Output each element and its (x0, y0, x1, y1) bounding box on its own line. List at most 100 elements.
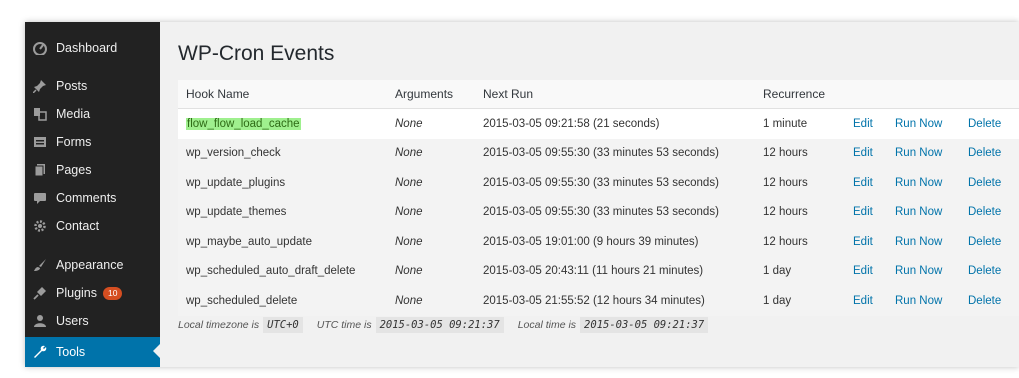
sidebar-item-forms[interactable]: Forms (25, 128, 160, 156)
sidebar-item-dashboard[interactable]: Dashboard (25, 34, 160, 62)
edit-link[interactable]: Edit (853, 257, 873, 287)
next-run-cell: 2015-03-05 19:01:00 (9 hours 39 minutes) (483, 235, 699, 248)
sidebar-item-appearance[interactable]: Appearance (25, 251, 160, 279)
timezone-value: UTC+0 (263, 317, 303, 333)
main-content: WP-Cron Events Hook Name Arguments Next … (160, 22, 1019, 367)
arguments-cell: None (395, 294, 423, 307)
sidebar-item-contact[interactable]: Contact (25, 212, 160, 240)
admin-sidebar: Dashboard Posts Media Forms Pages Commen… (25, 22, 160, 367)
recurrence-cell: 12 hours (763, 206, 808, 219)
forms-icon (33, 135, 47, 149)
utc-time-value: 2015-03-05 09:21:37 (375, 317, 504, 333)
delete-link[interactable]: Delete (968, 227, 1001, 257)
next-run-cell: 2015-03-05 09:21:58 (21 seconds) (483, 117, 660, 130)
recurrence-cell: 12 hours (763, 147, 808, 160)
table-row: wp_scheduled_auto_draft_delete None 2015… (178, 256, 1019, 287)
hook-name: wp_scheduled_auto_draft_delete (186, 265, 356, 278)
wp-admin-window: Dashboard Posts Media Forms Pages Commen… (25, 22, 1019, 367)
sidebar-item-label: Tools (56, 345, 86, 359)
edit-link[interactable]: Edit (853, 198, 873, 228)
run-now-link[interactable]: Run Now (895, 286, 942, 316)
sidebar-item-label: Appearance (56, 258, 124, 272)
arguments-cell: None (395, 206, 423, 219)
hook-name: wp_scheduled_delete (186, 294, 298, 307)
user-icon (33, 314, 47, 328)
sidebar-item-label: Comments (56, 191, 117, 205)
sidebar-item-pages[interactable]: Pages (25, 156, 160, 184)
sidebar-item-label: Posts (56, 79, 88, 93)
run-now-link[interactable]: Run Now (895, 227, 942, 257)
arguments-cell: None (395, 235, 423, 248)
recurrence-cell: 12 hours (763, 176, 808, 189)
sidebar-item-media[interactable]: Media (25, 100, 160, 128)
next-run-cell: 2015-03-05 21:55:52 (12 hours 34 minutes… (483, 294, 705, 307)
run-now-link[interactable]: Run Now (895, 168, 942, 198)
run-now-link[interactable]: Run Now (895, 139, 942, 169)
column-header-next-run: Next Run (483, 87, 534, 101)
table-row: wp_update_themes None 2015-03-05 09:55:3… (178, 197, 1019, 228)
edit-link[interactable]: Edit (853, 168, 873, 198)
arguments-cell: None (395, 147, 423, 160)
time-info-footer: Local timezone is UTC+0 UTC time is 2015… (178, 317, 722, 333)
hook-name: wp_maybe_auto_update (186, 235, 312, 248)
local-time-label: Local time is (517, 319, 577, 331)
comment-icon (33, 191, 47, 205)
sidebar-item-label: Dashboard (56, 41, 118, 55)
delete-link[interactable]: Delete (968, 198, 1001, 228)
sidebar-item-posts[interactable]: Posts (25, 72, 160, 100)
wrench-icon (33, 345, 47, 359)
utc-time-label: UTC time is (316, 319, 372, 331)
recurrence-cell: 1 day (763, 294, 792, 307)
delete-link[interactable]: Delete (968, 257, 1001, 287)
sidebar-item-comments[interactable]: Comments (25, 184, 160, 212)
delete-link[interactable]: Delete (968, 168, 1001, 198)
column-header-recurrence: Recurrence (763, 87, 826, 101)
pin-icon (33, 79, 47, 93)
hook-name: flow_flow_load_cache (186, 117, 301, 130)
sidebar-item-plugins[interactable]: Plugins 10 (25, 279, 160, 307)
sidebar-item-label: Media (56, 107, 91, 121)
run-now-link[interactable]: Run Now (895, 257, 942, 287)
delete-link[interactable]: Delete (968, 109, 1001, 139)
sidebar-item-label: Forms (56, 135, 92, 149)
timezone-label: Local timezone is (178, 319, 260, 331)
pages-icon (33, 163, 47, 177)
sidebar-item-label: Users (56, 314, 89, 328)
edit-link[interactable]: Edit (853, 286, 873, 316)
sidebar-item-label: Contact (56, 219, 100, 233)
table-row: wp_maybe_auto_update None 2015-03-05 19:… (178, 227, 1019, 257)
media-icon (33, 107, 47, 121)
column-header-hook-name: Hook Name (186, 87, 250, 101)
run-now-link[interactable]: Run Now (895, 198, 942, 228)
delete-link[interactable]: Delete (968, 286, 1001, 316)
next-run-cell: 2015-03-05 09:55:30 (33 minutes 53 secon… (483, 176, 719, 189)
sidebar-item-label: Pages (56, 163, 92, 177)
edit-link[interactable]: Edit (853, 139, 873, 169)
brush-icon (33, 258, 47, 272)
next-run-cell: 2015-03-05 20:43:11 (11 hours 21 minutes… (483, 265, 704, 278)
arguments-cell: None (395, 265, 423, 278)
plugin-update-badge: 10 (103, 286, 123, 300)
table-row: wp_scheduled_delete None 2015-03-05 21:5… (178, 286, 1019, 316)
delete-link[interactable]: Delete (968, 139, 1001, 169)
edit-link[interactable]: Edit (853, 227, 873, 257)
page-title: WP-Cron Events (178, 42, 335, 65)
run-now-link[interactable]: Run Now (895, 109, 942, 139)
hook-name: wp_version_check (186, 147, 281, 160)
recurrence-cell: 1 minute (763, 117, 808, 130)
sidebar-item-users[interactable]: Users (25, 307, 160, 335)
arguments-cell: None (395, 117, 423, 130)
dashboard-icon (33, 41, 47, 55)
hook-name: wp_update_themes (186, 206, 287, 219)
sidebar-item-label: Plugins (56, 286, 97, 300)
table-row: flow_flow_load_cache None 2015-03-05 09:… (178, 109, 1019, 139)
column-header-arguments: Arguments (395, 87, 454, 101)
edit-link[interactable]: Edit (853, 109, 873, 139)
arguments-cell: None (395, 176, 423, 189)
next-run-cell: 2015-03-05 09:55:30 (33 minutes 53 secon… (483, 206, 719, 219)
next-run-cell: 2015-03-05 09:55:30 (33 minutes 53 secon… (483, 147, 719, 160)
sidebar-item-tools[interactable]: Tools (25, 337, 160, 367)
gear-icon (33, 219, 47, 233)
plug-icon (33, 286, 47, 300)
recurrence-cell: 12 hours (763, 235, 808, 248)
